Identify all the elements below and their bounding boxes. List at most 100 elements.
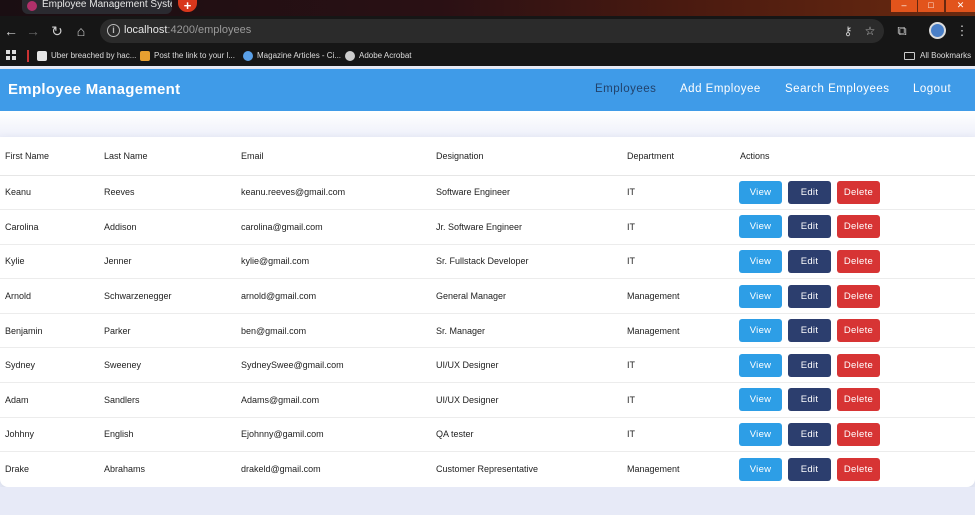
delete-button[interactable]: Delete bbox=[837, 319, 880, 343]
pin-icon bbox=[140, 51, 150, 61]
edit-button[interactable]: Edit bbox=[788, 388, 831, 412]
all-bookmarks[interactable]: All Bookmarks bbox=[904, 49, 971, 63]
extensions-icon[interactable]: ⧉ bbox=[893, 22, 911, 40]
cell-first-name: Adam bbox=[0, 382, 99, 418]
delete-button[interactable]: Delete bbox=[837, 284, 880, 308]
back-icon[interactable]: ← bbox=[2, 22, 20, 40]
cell-last-name: Sweeney bbox=[99, 347, 236, 384]
nav-search-employees[interactable]: Search Employees bbox=[785, 83, 890, 95]
cell-first-name: Sydney bbox=[0, 347, 99, 384]
browser-tab[interactable]: Employee Management System bbox=[22, 0, 172, 14]
apps-grid-icon[interactable] bbox=[6, 50, 16, 60]
view-button[interactable]: View bbox=[739, 457, 782, 481]
cell-last-name: Jenner bbox=[99, 244, 236, 280]
table-row: Adam Sandlers Adams@gmail.com UI/UX Designe… bbox=[0, 382, 975, 418]
edit-button[interactable]: Edit bbox=[788, 319, 831, 343]
edit-button[interactable]: Edit bbox=[788, 353, 831, 377]
uber-icon bbox=[37, 51, 47, 61]
url-path: :4200/employees bbox=[167, 24, 252, 36]
cell-actions: View Edit Delete bbox=[735, 175, 975, 211]
nav-employees[interactable]: Employees bbox=[595, 83, 656, 95]
delete-button[interactable]: Delete bbox=[837, 457, 880, 481]
delete-button[interactable]: Delete bbox=[837, 388, 880, 412]
view-button[interactable]: View bbox=[739, 284, 782, 308]
cell-department: IT bbox=[622, 175, 735, 211]
menu-dots-icon[interactable]: ⋮ bbox=[953, 22, 971, 40]
cell-email: arnold@gmail.com bbox=[236, 278, 431, 314]
bookmarks-bar: Uber breached by hac... Post the link to… bbox=[0, 46, 975, 66]
cell-actions: View Edit Delete bbox=[735, 417, 975, 453]
minimize-icon[interactable]: – bbox=[891, 0, 917, 12]
key-icon[interactable]: ⚷ bbox=[840, 23, 856, 39]
bookmark-separator bbox=[27, 50, 29, 62]
site-info-icon[interactable]: i bbox=[107, 24, 120, 37]
header-actions: Actions bbox=[735, 137, 975, 176]
delete-button[interactable]: Delete bbox=[837, 422, 880, 446]
all-bookmarks-label: All Bookmarks bbox=[920, 51, 972, 60]
cell-email: kylie@gmail.com bbox=[236, 244, 431, 280]
table-row: Johhny English Ejohnny@gamil.com QA tester I… bbox=[0, 417, 975, 453]
employee-table: First Name Last Name Email Designation D… bbox=[0, 137, 975, 486]
bookmark-label: Uber breached by hac... bbox=[51, 51, 137, 60]
edit-button[interactable]: Edit bbox=[788, 180, 831, 204]
app-navbar: Employee Management Employees Add Employ… bbox=[0, 69, 975, 111]
cloud-icon bbox=[243, 51, 253, 61]
cell-first-name: Arnold bbox=[0, 278, 99, 314]
cell-first-name: Carolina bbox=[0, 209, 99, 245]
header-email: Email bbox=[236, 137, 431, 176]
bookmark-label: Post the link to your l... bbox=[154, 51, 235, 60]
delete-button[interactable]: Delete bbox=[837, 249, 880, 273]
cell-email: carolina@gmail.com bbox=[236, 209, 431, 245]
app-brand[interactable]: Employee Management bbox=[8, 81, 180, 98]
cell-designation: QA tester bbox=[431, 417, 622, 453]
table-row: Kylie Jenner kylie@gmail.com Sr. Fullstack … bbox=[0, 244, 975, 280]
table-header-row: First Name Last Name Email Designation D… bbox=[0, 137, 975, 176]
cell-department: IT bbox=[622, 244, 735, 280]
home-icon[interactable]: ⌂ bbox=[72, 22, 90, 40]
view-button[interactable]: View bbox=[739, 388, 782, 412]
view-button[interactable]: View bbox=[739, 422, 782, 446]
forward-icon[interactable]: → bbox=[24, 22, 42, 40]
view-button[interactable]: View bbox=[739, 180, 782, 204]
cell-designation: Jr. Software Engineer bbox=[431, 209, 622, 245]
cell-department: IT bbox=[622, 209, 735, 245]
bookmark-item-1[interactable]: Post the link to your l... bbox=[140, 49, 235, 63]
view-button[interactable]: View bbox=[739, 215, 782, 239]
view-button[interactable]: View bbox=[739, 353, 782, 377]
view-button[interactable]: View bbox=[739, 319, 782, 343]
close-window-icon[interactable]: ✕ bbox=[946, 0, 975, 12]
edit-button[interactable]: Edit bbox=[788, 422, 831, 446]
view-button[interactable]: View bbox=[739, 249, 782, 273]
edit-button[interactable]: Edit bbox=[788, 284, 831, 308]
bookmark-label: Adobe Acrobat bbox=[359, 51, 412, 60]
page-footer-area bbox=[0, 487, 975, 515]
cell-department: Management bbox=[622, 313, 735, 349]
nav-add-employee[interactable]: Add Employee bbox=[680, 83, 761, 95]
delete-button[interactable]: Delete bbox=[837, 215, 880, 239]
edit-button[interactable]: Edit bbox=[788, 457, 831, 481]
edit-button[interactable]: Edit bbox=[788, 249, 831, 273]
delete-button[interactable]: Delete bbox=[837, 180, 880, 204]
bookmark-item-2[interactable]: Magazine Articles - Ci... bbox=[243, 49, 341, 63]
cell-designation: Sr. Manager bbox=[431, 313, 622, 349]
bookmark-item-3[interactable]: Adobe Acrobat bbox=[345, 49, 411, 63]
header-first-name: First Name bbox=[0, 137, 99, 176]
cell-designation: General Manager bbox=[431, 278, 622, 314]
cell-last-name: Parker bbox=[99, 313, 236, 349]
bookmark-star-icon[interactable]: ☆ bbox=[862, 23, 878, 39]
url-text[interactable]: localhost:4200/employees bbox=[124, 24, 251, 36]
maximize-icon[interactable]: □ bbox=[918, 0, 944, 12]
new-tab-button[interactable]: + bbox=[178, 0, 197, 12]
cell-last-name: Sandlers bbox=[99, 382, 236, 418]
header-department: Department bbox=[622, 137, 735, 176]
cell-designation: Customer Representative bbox=[436, 464, 539, 475]
cell-actions: View Edit Delete bbox=[735, 452, 975, 487]
cell-email: SydneySwee@gmail.com bbox=[236, 347, 431, 384]
edit-button[interactable]: Edit bbox=[788, 215, 831, 239]
bookmark-item-0[interactable]: Uber breached by hac... bbox=[37, 49, 136, 63]
profile-avatar[interactable] bbox=[929, 22, 946, 39]
nav-logout[interactable]: Logout bbox=[913, 83, 951, 95]
delete-button[interactable]: Delete bbox=[837, 353, 880, 377]
address-bar[interactable]: i localhost:4200/employees ⚷ ☆ bbox=[100, 19, 884, 43]
reload-icon[interactable]: ↻ bbox=[48, 22, 66, 40]
